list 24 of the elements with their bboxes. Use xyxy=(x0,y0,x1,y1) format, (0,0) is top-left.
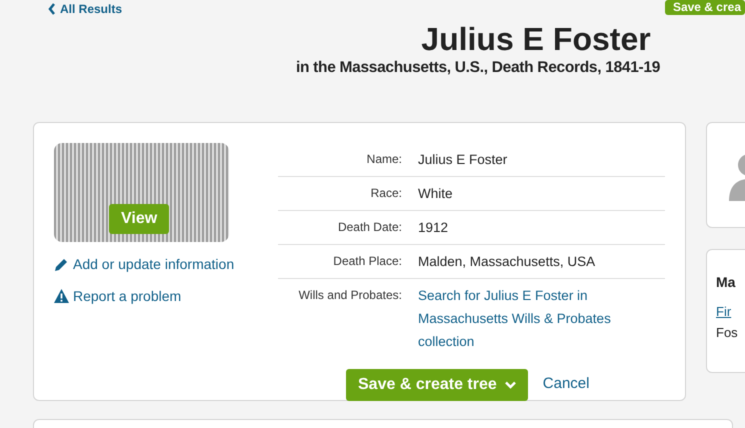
report-problem-link[interactable]: Report a problem xyxy=(54,286,278,307)
all-results-link[interactable]: All Results xyxy=(48,0,122,18)
field-label: Death Date: xyxy=(336,218,403,236)
side-card-link[interactable]: Fir xyxy=(716,302,732,322)
page-title: Julius E Foster xyxy=(420,20,652,58)
field-label: Name: xyxy=(366,150,403,168)
chevron-left-icon xyxy=(48,3,56,15)
field-value: Julius E Foster xyxy=(418,150,508,169)
pencil-icon xyxy=(54,256,69,272)
field-label: Death Place: xyxy=(332,252,403,270)
side-card-text: Fos xyxy=(716,324,738,342)
field-value: White xyxy=(418,184,454,203)
field-value: Malden, Massachusetts, USA xyxy=(418,252,596,271)
back-link-text: All Results xyxy=(60,1,122,18)
add-update-link[interactable]: Add or update information xyxy=(54,254,278,275)
page-subtitle: in the Massachusetts, U.S., Death Records, 1841-19 xyxy=(296,58,662,78)
wills-search-link[interactable]: Search for Julius E Foster in Massachusetts Wills & Probates collection xyxy=(418,284,665,353)
chevron-down-icon xyxy=(504,380,516,389)
side-card-heading: Ma xyxy=(716,272,736,292)
warning-icon xyxy=(54,289,69,304)
cancel-link[interactable]: Cancel xyxy=(542,373,590,396)
field-label: Wills and Probates: xyxy=(298,286,403,304)
field-value: 1912 xyxy=(418,218,450,237)
field-label: Race: xyxy=(370,184,403,202)
